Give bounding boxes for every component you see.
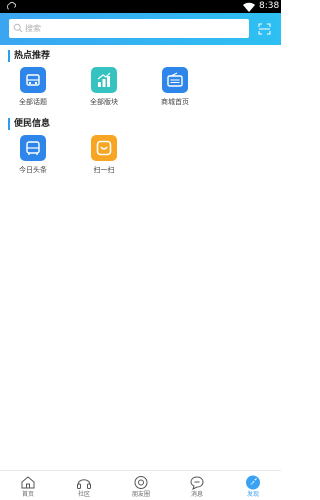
grid-item-all-topics[interactable]: 全部话题: [8, 67, 58, 117]
tab-label: 首页: [21, 491, 34, 498]
grid-item-label: 扫一扫: [93, 166, 115, 174]
message-icon: [190, 476, 204, 490]
grid-item-label: 全部话题: [19, 98, 47, 106]
grid-item-label: 全部版块: [90, 98, 118, 106]
grid-item-label: 商城首页: [161, 98, 189, 106]
rocket-icon: [246, 475, 260, 490]
grid-item-mall-home[interactable]: 商城首页: [150, 67, 200, 117]
search-icon: [13, 23, 23, 33]
tab-community[interactable]: 社区: [56, 471, 112, 500]
header-bar: [0, 13, 281, 45]
status-time: 8:38: [259, 1, 280, 11]
bus-icon: [20, 135, 46, 161]
app-notification-icon: [7, 1, 17, 10]
radio-icon: [162, 67, 188, 93]
tab-moments[interactable]: 朋友圈: [113, 471, 169, 500]
tab-label: 消息: [190, 491, 203, 498]
grid-item-label: 今日头条: [19, 166, 47, 174]
tab-label: 朋友圈: [131, 491, 150, 498]
grid-item-scan[interactable]: 扫一扫: [79, 135, 129, 185]
chart-icon: [91, 67, 117, 93]
bottom-tab-bar: 首页 社区 朋友圈 消息 发现: [0, 470, 281, 500]
search-input[interactable]: [25, 19, 245, 38]
app-screen: 8:38 热点推荐 全部话题: [0, 0, 281, 500]
status-bar: 8:38: [0, 0, 281, 13]
grid-item-today-headlines[interactable]: 今日头条: [8, 135, 58, 185]
scan-icon[interactable]: [258, 23, 271, 35]
home-icon: [21, 476, 35, 489]
moments-icon: [134, 476, 148, 489]
topic-icon: [20, 67, 46, 93]
grid-item-all-boards[interactable]: 全部版块: [79, 67, 129, 117]
wifi-icon: [243, 2, 255, 12]
tab-label: 社区: [77, 491, 90, 498]
tab-label: 发现: [246, 491, 259, 498]
section-title-hot: 热点推荐: [8, 50, 50, 62]
tab-discover[interactable]: 发现: [225, 471, 281, 500]
community-icon: [77, 479, 91, 489]
tab-home[interactable]: 首页: [0, 471, 56, 500]
scan-smile-icon: [91, 135, 117, 161]
tab-messages[interactable]: 消息: [169, 471, 225, 500]
section-title-convenience: 便民信息: [8, 118, 50, 130]
search-box[interactable]: [9, 19, 249, 38]
